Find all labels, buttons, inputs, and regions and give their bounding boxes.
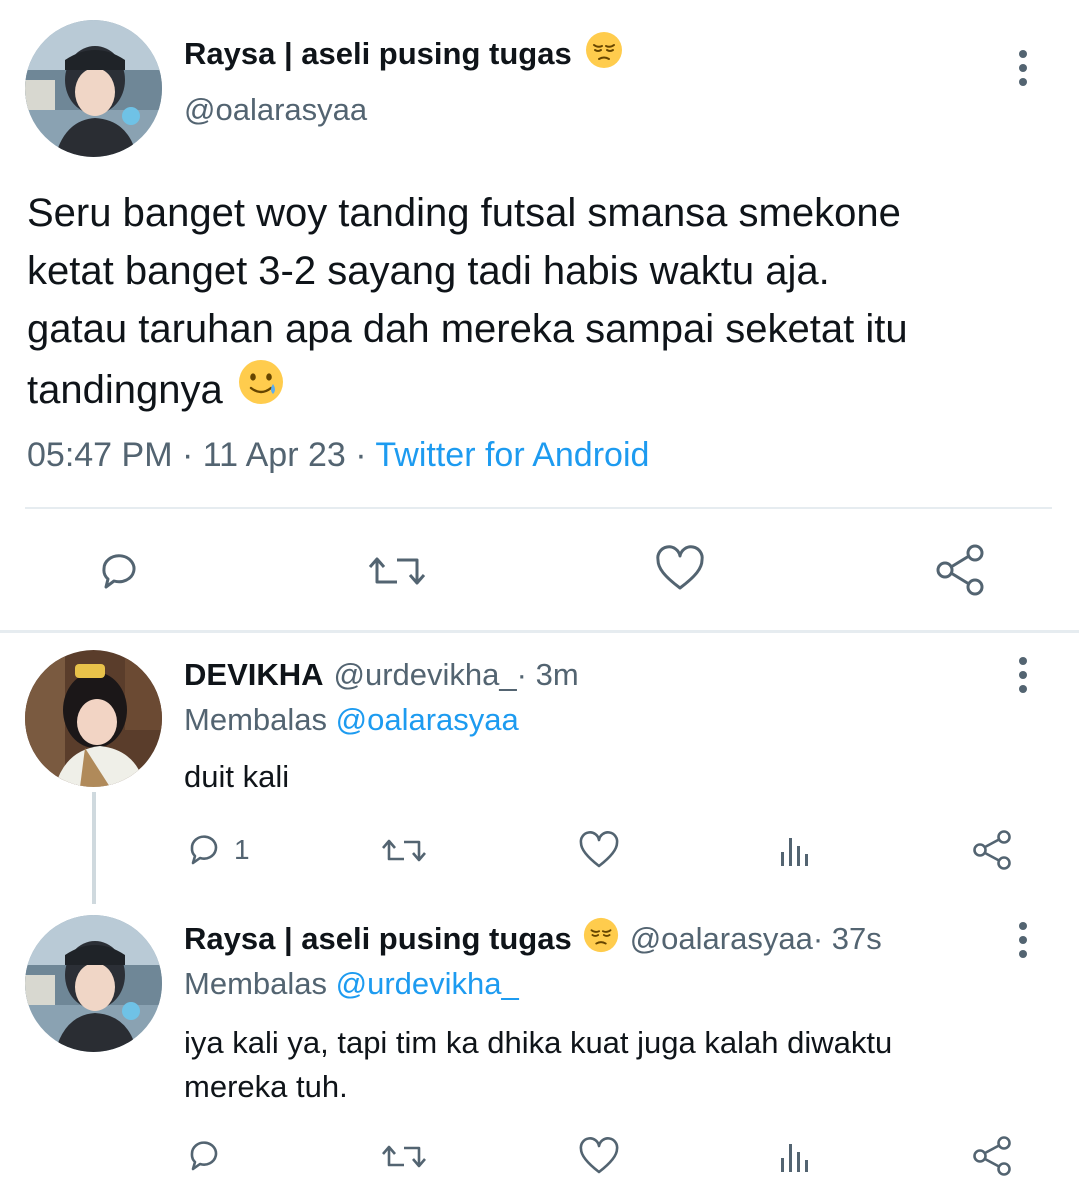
thread-line [92, 792, 96, 904]
replying-to: Membalas @oalarasyaa [184, 702, 519, 738]
handle[interactable]: @oalarasyaa [184, 92, 367, 128]
retweet-icon[interactable] [367, 546, 427, 596]
more-options-icon[interactable] [1008, 655, 1038, 695]
display-name[interactable]: Raysa | aseli pusing tugas [184, 921, 572, 957]
reply-icon[interactable] [94, 545, 144, 595]
share-icon[interactable] [972, 829, 1014, 871]
tweet-time: · 3m [516, 657, 579, 692]
retweet-icon[interactable] [381, 832, 427, 870]
display-name[interactable]: DEVIKHA [184, 657, 324, 693]
reply-icon[interactable] [185, 829, 225, 869]
tweet-text-line: ketat banget 3-2 sayang tadi habis waktu… [27, 249, 830, 293]
tweet-text-line: duit kali [184, 759, 290, 794]
tweet-text-line: mereka tuh. [184, 1069, 348, 1104]
replying-to: Membalas @urdevikha_ [184, 966, 519, 1002]
more-options-icon[interactable] [1008, 48, 1038, 88]
tweet-text-line: Seru banget woy tanding futsal smansa sm… [27, 191, 901, 235]
pensive-face-emoji-icon [584, 30, 624, 78]
avatar[interactable] [25, 650, 162, 787]
display-name[interactable]: Raysa | aseli pusing tugas [184, 36, 572, 72]
tweet-time: 05:47 PM [27, 436, 173, 474]
avatar[interactable] [25, 20, 162, 157]
reply-count: 1 [234, 834, 250, 865]
like-icon[interactable] [578, 1136, 620, 1176]
tweet-text-line: iya kali ya, tapi tim ka dhika kuat juga… [184, 1025, 893, 1060]
like-icon[interactable] [578, 830, 620, 870]
reply-icon[interactable] [185, 1135, 225, 1175]
tweet-text-line: tandingnya [27, 368, 223, 412]
handle[interactable]: @urdevikha_ [334, 657, 517, 693]
more-options-icon[interactable] [1008, 920, 1038, 960]
smiling-face-with-tear-emoji-icon [237, 358, 285, 422]
tweet-source-link[interactable]: Twitter for Android [375, 436, 649, 474]
tweet-date: 11 Apr 23 [202, 436, 346, 474]
share-icon[interactable] [935, 543, 987, 597]
avatar[interactable] [25, 915, 162, 1052]
meta-separator: · [172, 436, 203, 474]
share-icon[interactable] [972, 1135, 1014, 1177]
section-divider [0, 630, 1079, 633]
replying-prefix: Membalas [184, 702, 327, 737]
retweet-icon[interactable] [381, 1138, 427, 1176]
tweet-text-line: gatau taruhan apa dah mereka sampai seke… [27, 307, 908, 351]
tweet-text: Seru banget woy tanding futsal smansa sm… [27, 184, 908, 422]
replying-prefix: Membalas [184, 966, 327, 1001]
tweet-text: duit kali [184, 757, 289, 797]
like-icon[interactable] [654, 544, 706, 594]
tweet-text: iya kali ya, tapi tim ka dhika kuat juga… [184, 1021, 892, 1109]
analytics-icon[interactable] [778, 1140, 814, 1174]
meta-separator: · [345, 436, 376, 474]
replying-to-link[interactable]: @oalarasyaa [336, 702, 519, 737]
analytics-icon[interactable] [778, 834, 814, 868]
handle[interactable]: @oalarasyaa [630, 921, 813, 957]
pensive-face-emoji-icon [582, 916, 620, 962]
replying-to-link[interactable]: @urdevikha_ [336, 966, 519, 1001]
divider [25, 507, 1052, 509]
tweet-time: · 37s [812, 921, 882, 956]
tweet-meta: 05:47 PM · 11 Apr 23 · Twitter for Andro… [27, 436, 649, 475]
